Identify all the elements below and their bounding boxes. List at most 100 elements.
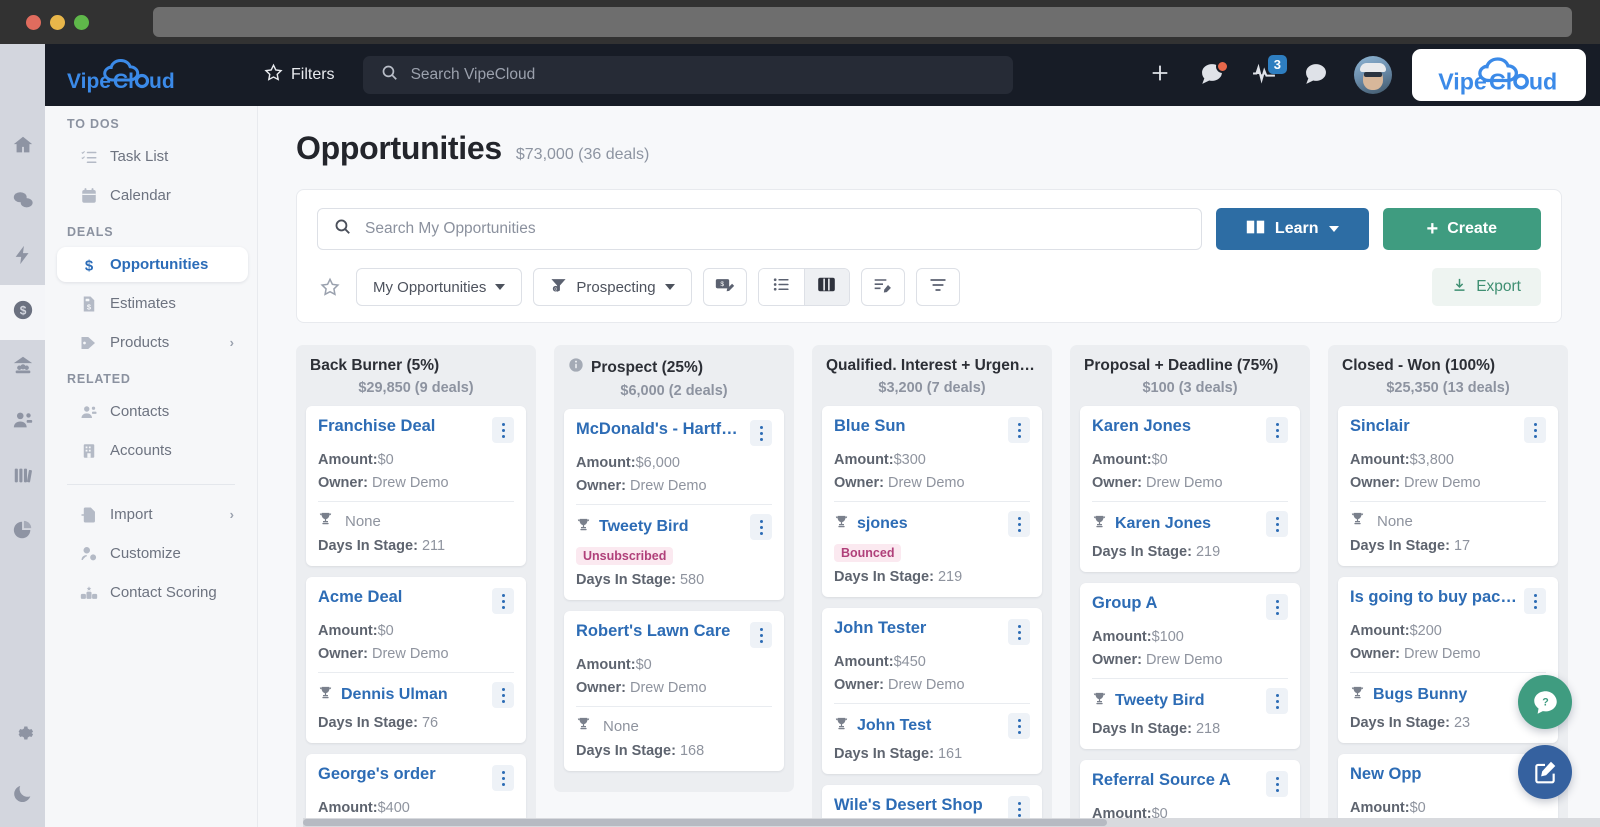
sidebar-item-contacts[interactable]: Contacts [57,394,248,429]
notes-view-button[interactable] [860,268,905,306]
sidebar-item-products[interactable]: Products › [57,325,248,360]
contact-name[interactable]: Tweety Bird [599,518,742,536]
sort-button[interactable] [915,268,960,306]
opportunity-card[interactable]: Franchise Deal Amount:$0 Owner: Drew Demo N… [306,406,526,566]
opportunity-card[interactable]: Acme Deal Amount:$0 Owner: Drew Demo Dennis… [306,577,526,743]
edit-fields-button[interactable]: $ [702,268,747,306]
contact-name[interactable]: John Test [857,717,1000,735]
opportunity-card[interactable]: George's orderAmount:$400Owner: Drew Dem… [306,754,526,827]
browser-address-bar[interactable] [153,7,1572,37]
owner-filter-dropdown[interactable]: My Opportunities [356,268,523,306]
sidebar-item-estimates[interactable]: $ Estimates [57,286,248,321]
card-menu-button[interactable] [750,420,772,446]
learn-button[interactable]: Learn [1215,208,1369,250]
rail-item-home[interactable] [0,120,45,175]
compose-fab[interactable] [1518,745,1572,799]
opportunity-title[interactable]: Group A [1092,594,1260,613]
card-menu-button[interactable] [1008,417,1030,443]
vipecloud-logo[interactable]: Vipe Cl ud [45,56,258,94]
card-menu-button[interactable] [1008,511,1030,537]
card-menu-button[interactable] [1266,417,1288,443]
zoom-window-button[interactable] [74,14,89,30]
sidebar-item-opportunities[interactable]: $ Opportunities [57,247,248,282]
sidebar-item-accounts[interactable]: Accounts [57,433,248,468]
chat-button[interactable] [1190,53,1234,97]
minimize-window-button[interactable] [50,14,65,30]
create-button[interactable]: + Create [1382,208,1541,250]
card-menu-button[interactable] [1008,713,1030,739]
opportunity-card[interactable]: McDonald's - Hartford Amount:$6,000 Owner:… [564,409,784,600]
global-search-input[interactable] [410,66,995,84]
card-menu-button[interactable] [1266,771,1288,797]
rail-item-deals[interactable]: $ [0,285,45,340]
card-menu-button[interactable] [1524,417,1546,443]
rail-item-automation[interactable] [0,230,45,285]
export-button[interactable]: Export [1432,268,1541,306]
rail-item-reports[interactable] [0,505,45,560]
close-window-button[interactable] [26,14,41,30]
contact-name[interactable]: Dennis Ulman [341,686,484,704]
rail-item-library[interactable] [0,450,45,505]
sidebar-item-calendar[interactable]: Calendar [57,178,248,213]
opportunity-title[interactable]: Acme Deal [318,588,486,607]
card-menu-button[interactable] [1008,619,1030,645]
list-view-button[interactable] [758,269,804,305]
card-menu-button[interactable] [1266,511,1288,537]
opportunity-title[interactable]: Is going to buy pack... [1350,588,1518,607]
help-button[interactable]: ? [1294,53,1338,97]
rail-item-dark-mode[interactable] [0,763,45,827]
rail-item-campaigns[interactable] [0,340,45,395]
card-menu-button[interactable] [750,514,772,540]
opportunity-title[interactable]: Blue Sun [834,417,1002,436]
card-menu-button[interactable] [1266,688,1288,714]
rail-item-people[interactable] [0,395,45,450]
activity-button[interactable]: 3 [1242,53,1287,97]
sidebar-item-task-list[interactable]: Task List [57,139,248,174]
opportunity-title[interactable]: John Tester [834,619,1002,638]
card-menu-button[interactable] [750,622,772,648]
favorite-star-button[interactable] [317,274,343,300]
opportunity-card[interactable]: Sinclair Amount:$3,800 Owner: Drew Demo Non… [1338,406,1558,566]
contact-name[interactable]: Tweety Bird [1115,692,1258,710]
card-menu-button[interactable] [492,588,514,614]
opportunity-title[interactable]: McDonald's - Hartford [576,420,744,439]
opportunity-title[interactable]: Wile's Desert Shop [834,796,1002,815]
horizontal-scrollbar[interactable] [303,818,1600,827]
opportunity-title[interactable]: Robert's Lawn Care [576,622,744,641]
opportunity-title[interactable]: Referral Source A [1092,771,1260,790]
opportunity-card[interactable]: John Tester Amount:$450 Owner: Drew Demo Jo… [822,608,1042,774]
add-button[interactable] [1138,53,1182,97]
opportunity-title[interactable]: Karen Jones [1092,417,1260,436]
card-menu-button[interactable] [1524,588,1546,614]
card-menu-button[interactable] [492,765,514,791]
sidebar-item-customize[interactable]: Customize [57,536,248,571]
opportunity-title[interactable]: New Opp [1350,765,1518,784]
user-avatar[interactable] [1354,56,1392,94]
card-menu-button[interactable] [1266,594,1288,620]
opportunity-card[interactable]: Robert's Lawn Care Amount:$0 Owner: Drew D… [564,611,784,771]
opportunity-card[interactable]: Blue Sun Amount:$300 Owner: Drew Demo sjone… [822,406,1042,597]
sidebar-item-import[interactable]: Import › [57,497,248,532]
board-view-button[interactable] [803,269,849,305]
stage-filter-dropdown[interactable]: 0 Prospecting [533,268,692,306]
sidebar-item-contact-scoring[interactable]: Contact Scoring [57,575,248,610]
contact-name[interactable]: Bugs Bunny [1373,686,1516,704]
opportunity-title[interactable]: Sinclair [1350,417,1518,436]
opportunities-search-box[interactable] [317,208,1202,250]
contact-name[interactable]: Karen Jones [1115,515,1258,533]
contact-name[interactable]: sjones [857,515,1000,533]
view-mode-segmented-control[interactable] [757,268,850,306]
card-menu-button[interactable] [492,417,514,443]
opportunity-title[interactable]: Franchise Deal [318,417,486,436]
opportunity-card[interactable]: Group A Amount:$100 Owner: Drew Demo Tweety… [1080,583,1300,749]
filters-button[interactable]: Filters [264,63,335,87]
opportunity-card[interactable]: Referral Source AAmount:$0Owner: Drew De… [1080,760,1300,827]
global-search-box[interactable] [362,56,1013,94]
rail-item-conversations[interactable] [0,175,45,230]
card-menu-button[interactable] [492,682,514,708]
opportunity-card[interactable]: Karen Jones Amount:$0 Owner: Drew Demo Kare… [1080,406,1300,572]
search-input[interactable] [365,220,1185,238]
help-fab[interactable]: ? [1518,675,1572,729]
brand-pill[interactable]: Vipe Cl ud [1412,49,1586,101]
rail-item-settings[interactable] [0,708,45,763]
